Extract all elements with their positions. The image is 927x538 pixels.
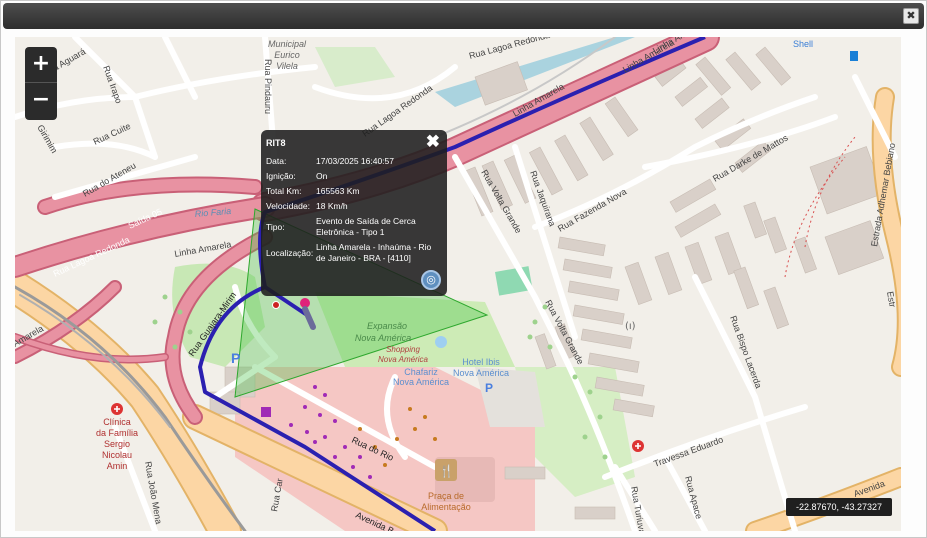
- svg-text:(ı): (ı): [625, 321, 636, 332]
- map-canvas[interactable]: P P 🍴 (ı) Rua Aguará Rua Irapo Girimim R…: [15, 37, 901, 531]
- map-tiles: P P 🍴 (ı) Rua Aguará Rua Irapo Girimim R…: [15, 37, 901, 531]
- svg-text:Alimentação: Alimentação: [421, 502, 471, 512]
- popup-close-button[interactable]: ✖: [426, 132, 440, 152]
- food-court-icon: 🍴: [435, 459, 457, 481]
- info-row-total-km: Total Km: 165563 Km: [266, 186, 360, 196]
- svg-text:Chafariz: Chafariz: [404, 367, 438, 377]
- svg-text:Praça de: Praça de: [428, 491, 464, 501]
- svg-text:Sergio: Sergio: [104, 439, 130, 449]
- vehicle-info-table: Data: 17/03/2025 16:40:57 Ignição: On Tota…: [265, 154, 437, 266]
- close-dialog-button[interactable]: ✖: [903, 8, 919, 24]
- bus-icon: [261, 407, 271, 417]
- svg-text:Nicolau: Nicolau: [102, 450, 132, 460]
- tower-icon: (ı): [625, 321, 636, 332]
- vehicle-info-popup: RIT8 ✖ Data: 17/03/2025 16:40:57 Ignição:…: [261, 130, 447, 296]
- svg-text:🍴: 🍴: [439, 464, 454, 478]
- info-row-location: Localização: Linha Amarela - Inhaúma - Ri…: [266, 242, 432, 263]
- svg-text:Shell: Shell: [793, 39, 813, 49]
- popup-title: RIT8: [266, 138, 286, 148]
- zoom-controls: + −: [25, 47, 57, 120]
- svg-text:Nova América: Nova América: [393, 377, 449, 387]
- svg-text:Clínica: Clínica: [103, 417, 131, 427]
- dialog-titlebar: ✖: [3, 3, 924, 29]
- svg-text:Nova América: Nova América: [453, 368, 509, 378]
- svg-text:P: P: [231, 350, 240, 366]
- compass-icon[interactable]: ◎: [421, 270, 441, 290]
- svg-text:Hotel Ibis: Hotel Ibis: [462, 357, 500, 367]
- svg-text:Eurico: Eurico: [274, 50, 300, 60]
- info-row-type: Tipo: Evento de Saída de Cerca Eletrônica…: [266, 216, 416, 237]
- svg-text:Vilela: Vilela: [276, 61, 298, 71]
- svg-text:Nova América: Nova América: [355, 333, 411, 343]
- svg-text:Nova América: Nova América: [378, 355, 428, 364]
- coordinates-readout: -22.87670, -43.27327: [786, 498, 892, 516]
- svg-text:Shopping: Shopping: [386, 345, 420, 354]
- hospital-icon: [111, 403, 123, 415]
- parking-icon-2: P: [485, 381, 493, 395]
- info-row-date: Data: 17/03/2025 16:40:57: [266, 156, 394, 166]
- hospital-icon-2: [632, 440, 644, 452]
- map-dialog: ✖ P P 🍴 (ı) Rua Aguará Rua Irapo Girimim…: [0, 0, 927, 538]
- parking-icon: P: [231, 350, 240, 366]
- fountain-icon: [435, 336, 447, 348]
- info-row-ignition: Ignição: On: [266, 171, 328, 181]
- svg-text:Rua Pindauru: Rua Pindauru: [263, 59, 273, 114]
- zoom-in-button[interactable]: +: [25, 47, 57, 83]
- zoom-out-button[interactable]: −: [25, 83, 57, 119]
- fuel-icon: [850, 51, 858, 61]
- svg-text:da Família: da Família: [96, 428, 138, 438]
- svg-text:Amin: Amin: [107, 461, 128, 471]
- svg-text:P: P: [485, 381, 493, 395]
- info-row-speed: Velocidade: 18 Km/h: [266, 201, 348, 211]
- svg-text:Municipal: Municipal: [268, 39, 307, 49]
- svg-text:Expansão: Expansão: [367, 321, 407, 331]
